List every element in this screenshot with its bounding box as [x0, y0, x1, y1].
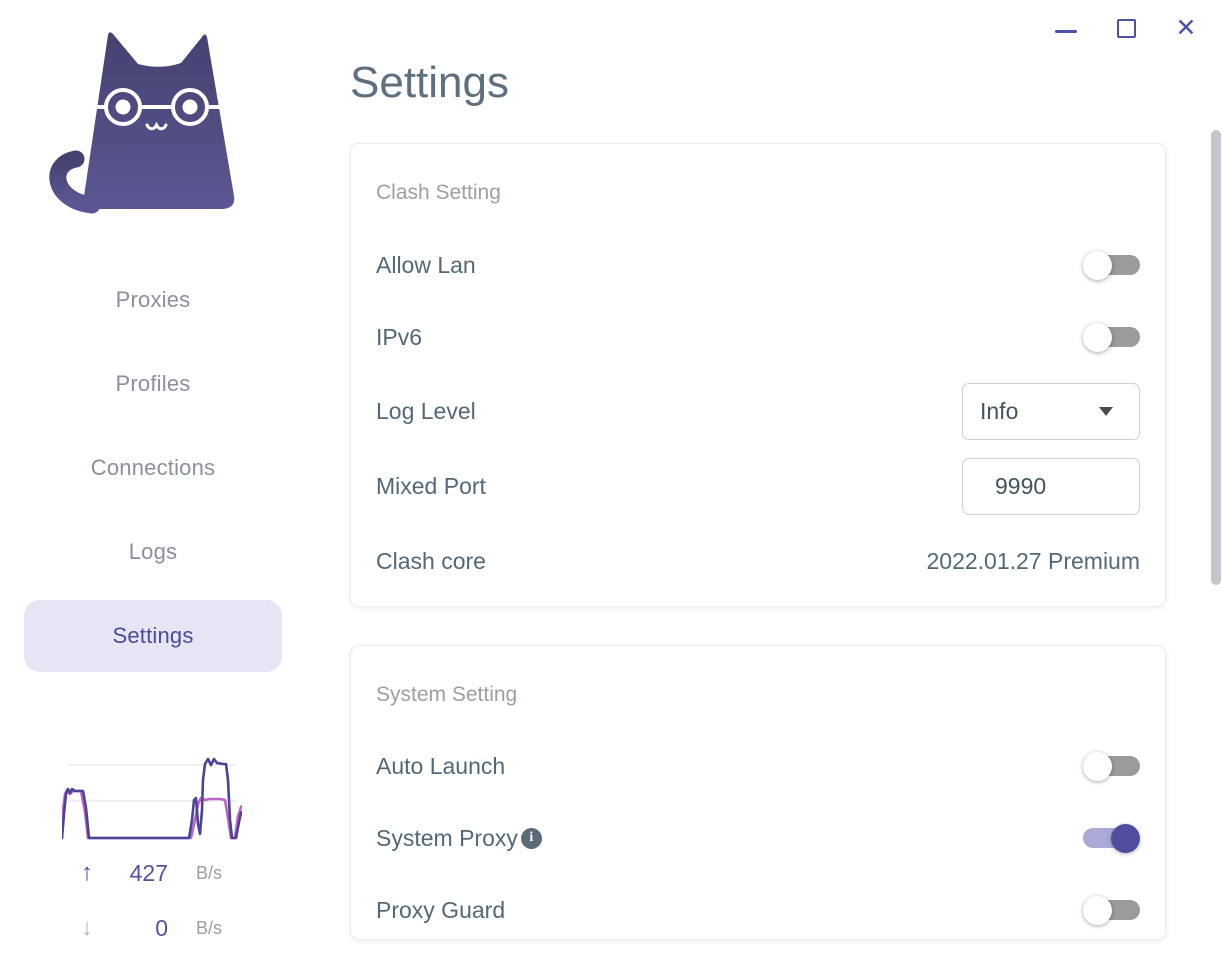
window-controls: ✕	[1048, 8, 1204, 48]
system-proxy-toggle[interactable]	[1083, 823, 1140, 853]
clash-core-row: Clash core 2022.01.27 Premium	[376, 525, 1140, 597]
upload-speed-unit: B/s	[196, 862, 223, 883]
allow-lan-row: Allow Lan	[376, 229, 1140, 301]
card-header: Clash Setting	[376, 181, 501, 204]
proxy-guard-row: Proxy Guard	[376, 874, 1140, 946]
download-speed-row: ↓ 0 B/s	[62, 913, 242, 943]
traffic-chart	[62, 757, 242, 840]
nav-label: Settings	[112, 623, 194, 648]
close-button[interactable]: ✕	[1168, 8, 1204, 48]
upload-speed-row: ↑ 427 B/s	[62, 858, 242, 888]
system-setting-card: System Setting Auto Launch System Proxy …	[350, 645, 1166, 940]
auto-launch-row: Auto Launch	[376, 730, 1140, 802]
chevron-down-icon	[1099, 407, 1113, 416]
mixed-port-input[interactable]	[962, 457, 1140, 515]
row-label: Mixed Port	[376, 472, 486, 499]
download-arrow-icon: ↓	[81, 914, 93, 941]
system-proxy-row: System Proxy i	[376, 802, 1140, 874]
cat-body	[83, 32, 235, 209]
close-icon: ✕	[1175, 13, 1197, 42]
row-label: IPv6	[376, 323, 423, 350]
toggle-knob	[1083, 322, 1112, 352]
card-header: System Setting	[376, 683, 518, 706]
sidebar-item-connections[interactable]: Connections	[24, 448, 282, 488]
row-label: Log Level	[376, 397, 476, 424]
row-label: Allow Lan	[376, 251, 476, 278]
download-speed-unit: B/s	[196, 917, 223, 938]
nav-label: Logs	[128, 539, 178, 564]
clash-setting-card: Clash Setting Allow Lan IPv6 Log Level I…	[350, 143, 1166, 607]
ipv6-toggle[interactable]	[1083, 322, 1140, 352]
toggle-knob	[1083, 250, 1112, 280]
minimize-button[interactable]	[1048, 8, 1084, 48]
cat-eye-left	[115, 99, 131, 115]
log-level-row: Log Level Info	[376, 375, 1140, 447]
proxy-guard-toggle[interactable]	[1083, 895, 1140, 925]
sidebar-item-profiles[interactable]: Profiles	[24, 364, 282, 404]
row-label-text: System Proxy	[376, 824, 518, 851]
nav-label: Proxies	[115, 287, 191, 312]
nav-label: Connections	[90, 455, 216, 480]
log-level-select[interactable]: Info	[962, 382, 1140, 440]
maximize-button[interactable]	[1108, 8, 1144, 48]
clash-core-version: 2022.01.27 Premium	[926, 547, 1140, 574]
toggle-knob	[1083, 751, 1112, 781]
toggle-knob	[1111, 823, 1140, 853]
row-label: Proxy Guard	[376, 896, 506, 923]
sidebar-item-settings[interactable]: Settings	[24, 600, 282, 672]
auto-launch-toggle[interactable]	[1083, 751, 1140, 781]
allow-lan-toggle[interactable]	[1083, 250, 1140, 280]
toggle-knob	[1083, 895, 1112, 925]
page-title: Settings	[350, 58, 509, 107]
scrollbar-thumb[interactable]	[1211, 130, 1221, 585]
nav-label: Profiles	[115, 371, 191, 396]
clash-cat-logo	[49, 32, 235, 214]
upload-arrow-icon: ↑	[81, 859, 93, 886]
row-label: Auto Launch	[376, 752, 506, 779]
select-value: Info	[980, 397, 1019, 424]
sidebar-item-proxies[interactable]: Proxies	[24, 280, 282, 320]
info-icon[interactable]: i	[520, 827, 542, 849]
ipv6-row: IPv6	[376, 301, 1140, 373]
upload-speed-value: 427	[129, 859, 168, 886]
download-speed-value: 0	[155, 914, 168, 941]
row-label: Clash core	[376, 547, 486, 574]
sidebar-item-logs[interactable]: Logs	[24, 532, 282, 572]
cat-eye-right	[182, 99, 198, 115]
minimize-icon	[1055, 29, 1077, 33]
row-label: System Proxy i	[376, 825, 542, 852]
mixed-port-row: Mixed Port	[376, 450, 1140, 522]
maximize-icon	[1116, 18, 1136, 38]
